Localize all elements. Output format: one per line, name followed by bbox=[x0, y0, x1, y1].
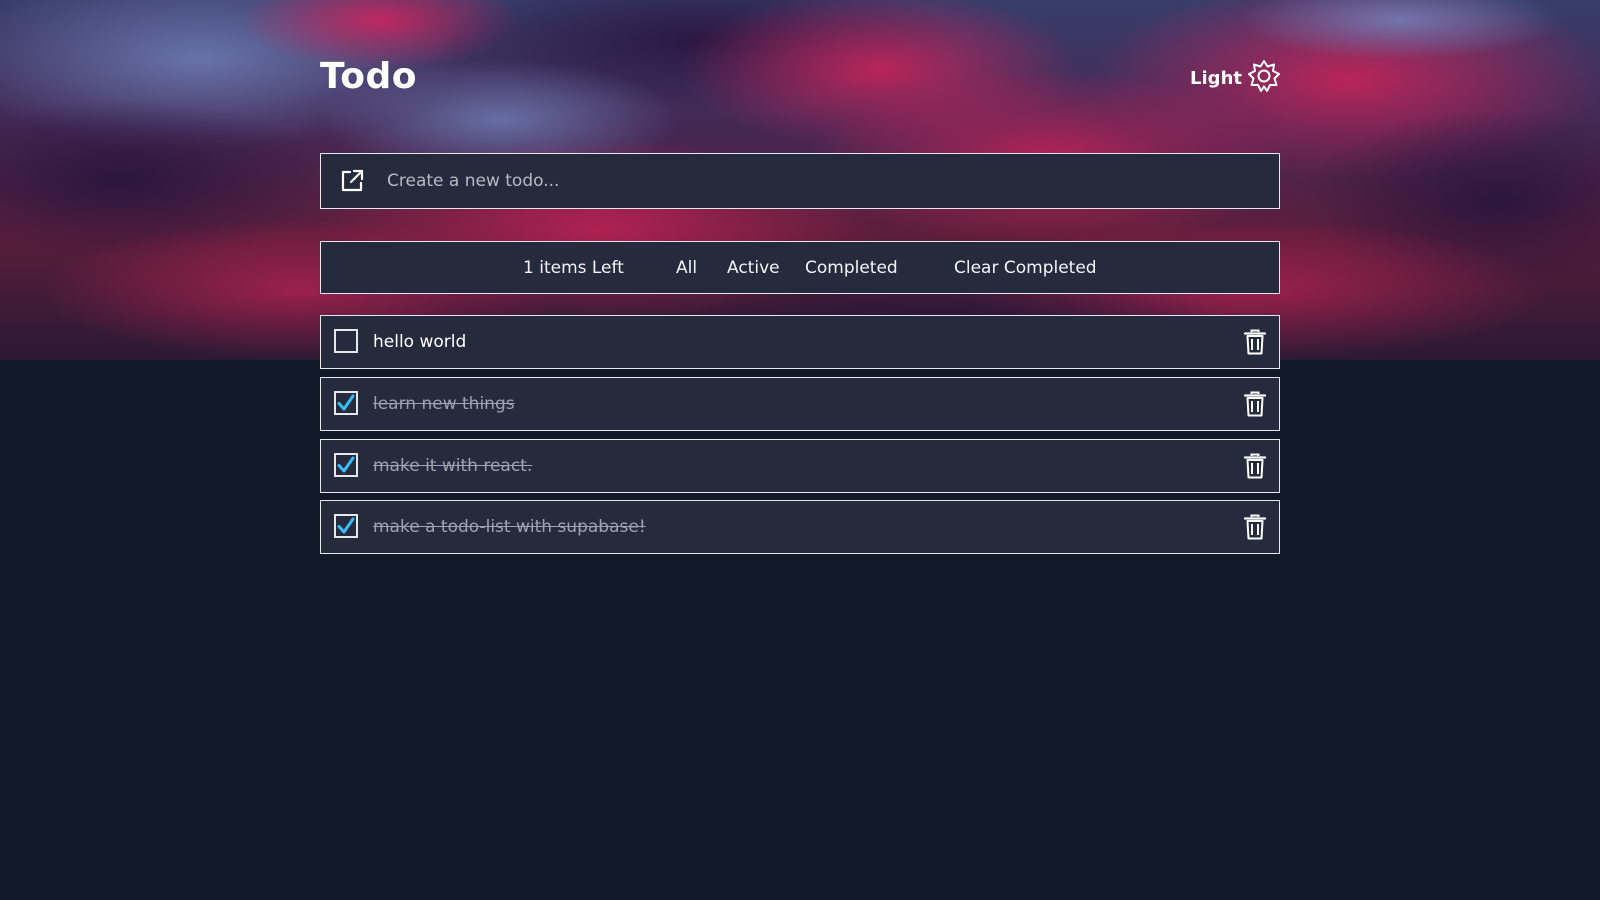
filter-bar: 1 items Left All Active Completed Clear … bbox=[320, 241, 1280, 294]
sun-icon bbox=[1248, 59, 1280, 97]
trash-icon[interactable] bbox=[1243, 453, 1267, 484]
app-title: Todo bbox=[320, 56, 418, 97]
new-todo-input[interactable] bbox=[387, 154, 1257, 208]
header: Todo Light bbox=[320, 56, 1280, 100]
filter-active[interactable]: Active bbox=[727, 258, 780, 278]
trash-icon[interactable] bbox=[1243, 514, 1267, 545]
filter-all[interactable]: All bbox=[676, 258, 697, 278]
checkmark-icon bbox=[337, 394, 355, 411]
theme-toggle-label: Light bbox=[1190, 67, 1242, 89]
todo-checkbox[interactable] bbox=[334, 391, 358, 415]
clear-completed-button[interactable]: Clear Completed bbox=[954, 258, 1097, 278]
todo-item: hello world bbox=[320, 315, 1280, 369]
trash-icon[interactable] bbox=[1243, 391, 1267, 422]
new-todo-form bbox=[320, 153, 1280, 209]
todo-item: make it with react. bbox=[320, 439, 1280, 493]
todo-checkbox[interactable] bbox=[334, 514, 358, 538]
filter-completed[interactable]: Completed bbox=[805, 258, 898, 278]
checkmark-icon bbox=[337, 456, 355, 473]
trash-icon[interactable] bbox=[1243, 329, 1267, 360]
todo-text: hello world bbox=[373, 332, 467, 352]
todo-checkbox[interactable] bbox=[334, 329, 358, 353]
todo-text: make it with react. bbox=[373, 456, 533, 476]
todo-checkbox[interactable] bbox=[334, 453, 358, 477]
theme-toggle-button[interactable]: Light bbox=[1190, 59, 1280, 97]
items-left-count: 1 items Left bbox=[523, 258, 624, 278]
todo-item: make a todo-list with supabase! bbox=[320, 500, 1280, 554]
checkmark-icon bbox=[337, 517, 355, 534]
todo-text: make a todo-list with supabase! bbox=[373, 517, 646, 537]
todo-text: learn new things bbox=[373, 394, 515, 414]
todo-item: learn new things bbox=[320, 377, 1280, 431]
external-edit-icon[interactable] bbox=[339, 168, 365, 199]
